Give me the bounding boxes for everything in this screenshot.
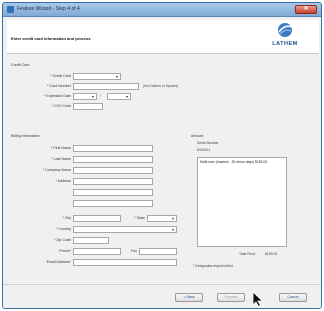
app-icon (7, 6, 14, 13)
total-price-label: Total Price: (239, 252, 256, 256)
chevron-down-icon: ▾ (171, 227, 174, 232)
expiration-month-select[interactable]: ▾ (73, 93, 97, 100)
card-number-label: * Card Number (47, 84, 71, 88)
address-line1-input[interactable] (73, 178, 153, 185)
required-field-note: * Designates required field (193, 264, 233, 268)
chevron-down-icon: ▾ (125, 94, 128, 99)
total-price-value: $159.00 (265, 252, 278, 256)
email-label: Email Address* (46, 260, 71, 264)
zip-code-input[interactable] (73, 237, 109, 244)
cvv-code-label: * CVV Code (51, 104, 71, 108)
phone-label: Phone* (59, 249, 71, 253)
credit-card-section-label: Credit Card (11, 63, 30, 67)
company-logo: LATHEM (265, 22, 305, 52)
window-title: Feature Wizard - Step 4 of 4 (17, 6, 80, 12)
serial-number-label: Serial Number (197, 141, 219, 145)
back-button[interactable]: < Back (175, 293, 203, 302)
amount-section-label: Amount (191, 134, 204, 138)
wizard-window: Feature Wizard - Step 4 of 4 ✕ Enter cre… (2, 2, 322, 309)
globe-swoosh-icon (278, 23, 293, 37)
company-name-input[interactable] (73, 167, 153, 174)
card-number-note: (No Dashes or Spaces) (143, 84, 179, 88)
page-title: Enter credit card information and proces… (11, 36, 91, 41)
expiration-date-label: * Expiration Date (44, 94, 71, 98)
address-line2-input[interactable] (73, 189, 153, 196)
address-label: * Address (55, 179, 71, 183)
company-name-label: * Company Name (42, 168, 71, 172)
credit-card-type-select[interactable]: ▾ (73, 73, 121, 80)
phone-input[interactable] (73, 248, 121, 255)
credit-card-type-label: * Credit Card (50, 74, 71, 78)
country-label: * Country (56, 227, 71, 231)
zip-code-label: * Zip Code (54, 238, 71, 242)
chevron-down-icon: ▾ (91, 94, 94, 99)
serial-number-value: 8400101 (197, 148, 211, 152)
list-item[interactable]: Multi-user (Inactive - 30 demo days) $15… (200, 160, 267, 164)
first-name-label: * First Name (51, 146, 71, 150)
cvv-code-input[interactable] (73, 103, 103, 110)
first-name-input[interactable] (73, 145, 153, 152)
city-input[interactable] (73, 215, 121, 222)
fax-input[interactable] (139, 248, 177, 255)
form-body: Credit Card * Credit Card ▾ * Card Numbe… (7, 54, 319, 286)
wizard-header: Enter credit card information and proces… (7, 20, 319, 54)
order-items-list[interactable]: Multi-user (Inactive - 30 demo days) $15… (197, 157, 287, 247)
wizard-footer: < Back Process Cancel (3, 284, 321, 308)
state-select[interactable]: ▾ (147, 215, 177, 222)
chevron-down-icon: ▾ (115, 74, 118, 79)
email-input[interactable] (73, 259, 177, 266)
country-select[interactable]: ▾ (73, 226, 177, 233)
last-name-label: * Last Name (51, 157, 71, 161)
billing-section-label: Billing Information (11, 134, 40, 138)
state-label: * State (134, 216, 145, 220)
close-button[interactable]: ✕ (295, 5, 317, 14)
mouse-pointer-icon (252, 291, 264, 307)
process-button[interactable]: Process (217, 293, 245, 302)
fax-label: Fax (131, 249, 137, 253)
cancel-button[interactable]: Cancel (279, 293, 307, 302)
card-number-input[interactable] (73, 83, 139, 90)
address-line3-input[interactable] (73, 200, 153, 207)
chevron-down-icon: ▾ (171, 216, 174, 221)
expiration-separator: / (100, 94, 101, 98)
city-label: * City (62, 216, 71, 220)
expiration-year-select[interactable]: ▾ (107, 93, 131, 100)
last-name-input[interactable] (73, 156, 153, 163)
logo-text: LATHEM (272, 41, 298, 47)
title-bar: Feature Wizard - Step 4 of 4 ✕ (3, 3, 321, 17)
